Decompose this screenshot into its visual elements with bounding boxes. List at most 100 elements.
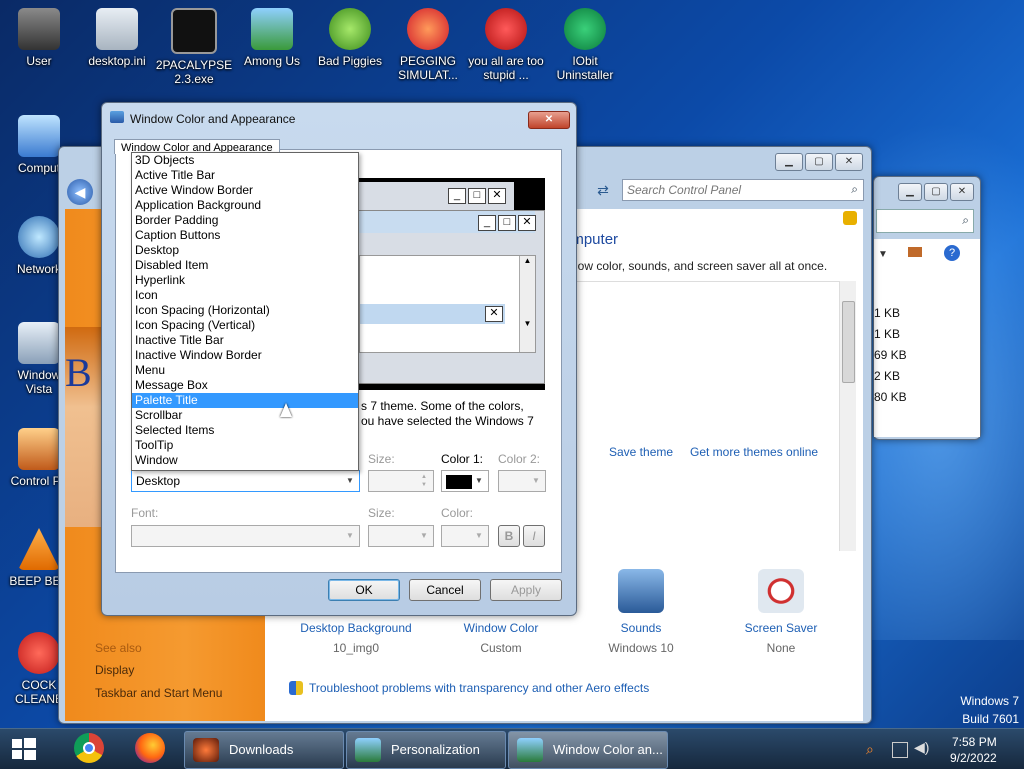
dropdown-option[interactable]: Menu (132, 363, 358, 378)
mouse-cursor (280, 403, 292, 417)
dropdown-option[interactable]: Window (132, 453, 358, 468)
dialog-app-icon (110, 111, 124, 123)
color2-picker[interactable]: ▼ (498, 470, 546, 492)
item-select[interactable]: Desktop ▼ (131, 470, 360, 492)
dropdown-option[interactable]: ToolTip (132, 438, 358, 453)
dropdown-option[interactable]: Icon (132, 288, 358, 303)
settings-icon[interactable] (843, 211, 857, 225)
back-arrow-icon[interactable]: ◀ (67, 179, 93, 205)
desktop-icon-among-us[interactable]: Among Us (233, 8, 311, 68)
minimize-button[interactable]: ▁ (898, 183, 922, 201)
desktop-icon-desktop-ini[interactable]: desktop.ini (78, 8, 156, 68)
maximize-button[interactable]: ▢ (805, 153, 833, 171)
item-dropdown-list[interactable]: 3D Objects Active Title Bar Active Window … (131, 152, 359, 471)
pegging-icon (407, 8, 449, 50)
network-tray-icon[interactable] (892, 742, 908, 758)
preview-window-text: ▲ ▼ ✕ (359, 255, 536, 353)
dropdown-option[interactable]: Hyperlink (132, 273, 358, 288)
sidebar-link-display[interactable]: Display (95, 663, 134, 677)
close-button[interactable]: ✕ (528, 111, 570, 129)
ccleaner-icon (18, 632, 60, 674)
font-color-picker[interactable]: ▼ (441, 525, 489, 547)
scrollbar[interactable] (839, 281, 856, 551)
dropdown-option[interactable]: Inactive Window Border (132, 348, 358, 363)
chevron-down-icon: ▼ (532, 476, 540, 485)
theme-list[interactable] (571, 281, 847, 550)
chrome-icon[interactable] (74, 733, 104, 763)
dropdown-option[interactable]: Message Box (132, 378, 358, 393)
windows-logo-icon (12, 738, 36, 760)
troubleshoot-link[interactable]: Troubleshoot problems with transparency … (309, 681, 649, 695)
close-button[interactable]: ✕ (950, 183, 974, 201)
screen-saver-item[interactable]: Screen Saver None (721, 569, 841, 655)
window-color-dialog[interactable]: Window Color and Appearance ✕ Window Col… (101, 102, 577, 616)
desktop-icon-bad-piggies[interactable]: Bad Piggies (311, 8, 389, 68)
desktop-icon-user[interactable]: User (0, 8, 78, 68)
scrollbar-thumb[interactable] (842, 301, 855, 383)
clock-time[interactable]: 7:58 PM (952, 735, 997, 749)
task-personalization[interactable]: Personalization (346, 731, 506, 769)
dropdown-option[interactable]: Active Title Bar (132, 168, 358, 183)
settings-file-icon (96, 8, 138, 50)
dropdown-option[interactable]: Disabled Item (132, 258, 358, 273)
task-downloads[interactable]: Downloads (184, 731, 344, 769)
volume-tray-icon[interactable]: ◀) (914, 739, 929, 756)
dropdown-option[interactable]: Border Padding (132, 213, 358, 228)
desktop-icon-iobit[interactable]: IObit Uninstaller (546, 8, 624, 82)
dropdown-option[interactable]: Scrollbar (132, 408, 358, 423)
help-icon[interactable]: ? (944, 245, 960, 261)
start-button[interactable] (8, 735, 40, 763)
dropdown-option[interactable]: Active Window Border (132, 183, 358, 198)
close-button[interactable]: ✕ (835, 153, 863, 171)
get-more-themes-link[interactable]: Get more themes online (690, 445, 818, 459)
explorer-search-box[interactable]: ⌕ (876, 209, 974, 233)
preview-message-box: ✕ (360, 304, 505, 324)
clock-date[interactable]: 9/2/2022 (950, 751, 997, 765)
chevron-down-icon[interactable]: ▼ (878, 249, 888, 260)
sidebar-link-taskbar[interactable]: Taskbar and Start Menu (95, 686, 222, 700)
mail-icon[interactable] (908, 247, 922, 257)
dropdown-option[interactable]: Inactive Title Bar (132, 333, 358, 348)
dropdown-option[interactable]: Selected Items (132, 423, 358, 438)
task-window-color[interactable]: Window Color an... (508, 731, 668, 769)
taskbar: Downloads Personalization Window Color a… (0, 728, 1024, 769)
desktop-icon-2pacalypse[interactable]: 2PACALYPSE 2.3.exe (155, 8, 233, 86)
search-tray-icon[interactable]: ⌕ (866, 741, 874, 758)
bold-button[interactable]: B (498, 525, 520, 547)
dropdown-option[interactable]: 3D Objects (132, 153, 358, 168)
sounds-item[interactable]: Sounds Windows 10 (581, 569, 701, 655)
color1-picker[interactable]: ▼ (441, 470, 489, 492)
personalization-icon (355, 738, 381, 762)
dropdown-option[interactable]: Desktop (132, 243, 358, 258)
font-size-select[interactable]: ▼ (368, 525, 434, 547)
size-stepper[interactable]: ▲ ▼ (368, 470, 434, 492)
search-icon: ⌕ (851, 182, 858, 196)
apply-button[interactable]: Apply (490, 579, 562, 601)
close-icon: ✕ (485, 306, 503, 322)
minimize-button[interactable]: ▁ (775, 153, 803, 171)
desktop-icon-pegging[interactable]: PEGGING SIMULAT... (389, 8, 467, 82)
ok-button[interactable]: OK (328, 579, 400, 601)
dropdown-option[interactable]: Icon Spacing (Vertical) (132, 318, 358, 333)
firefox-icon[interactable] (135, 733, 165, 763)
dropdown-option[interactable]: Application Background (132, 198, 358, 213)
save-theme-link[interactable]: Save theme (609, 445, 673, 459)
dropdown-option[interactable]: Icon Spacing (Horizontal) (132, 303, 358, 318)
window-color-icon (517, 738, 543, 762)
chevron-down-icon: ▼ (346, 531, 354, 540)
explorer-window[interactable]: ▁ ▢ ✕ ⌕ ▼ ? 1 KB 1 KB 69 KB 2 KB 80 KB (873, 176, 981, 440)
vlc-cone-icon (18, 528, 60, 570)
cancel-button[interactable]: Cancel (409, 579, 481, 601)
dropdown-option[interactable]: Caption Buttons (132, 228, 358, 243)
refresh-icon[interactable]: ⇄ (592, 179, 614, 201)
maximize-button[interactable]: ▢ (924, 183, 948, 201)
search-input[interactable]: Search Control Panel ⌕ (622, 179, 864, 201)
font-select[interactable]: ▼ (131, 525, 360, 547)
desktop-icon-dev-cpp[interactable]: you all are too stupid ... (467, 8, 545, 82)
dropdown-option[interactable]: Palette Title (132, 393, 358, 408)
italic-button[interactable]: I (523, 525, 545, 547)
file-size-column: 1 KB 1 KB 69 KB 2 KB 80 KB (874, 306, 907, 404)
minimize-icon: _ (478, 215, 496, 231)
among-us-icon (251, 8, 293, 50)
chevron-down-icon: ▼ (475, 476, 483, 485)
